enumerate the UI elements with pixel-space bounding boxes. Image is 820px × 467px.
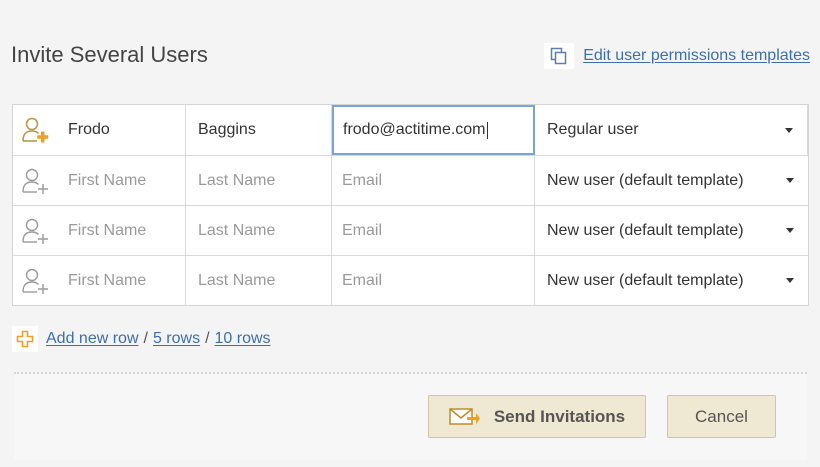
role-value: New user (default template)	[547, 171, 744, 189]
first-name-cell[interactable]: First Name	[13, 256, 186, 305]
add-new-row-link[interactable]: Add new row	[46, 330, 139, 348]
table-row: First Name Last Name Email New user (def…	[13, 155, 808, 205]
chevron-down-icon	[786, 228, 794, 233]
user-add-icon	[21, 167, 51, 195]
email-input-active[interactable]: frodo@actitime.com	[332, 105, 535, 155]
role-value: New user (default template)	[547, 271, 744, 289]
send-invitations-label: Send Invitations	[493, 406, 626, 426]
email-placeholder: Email	[342, 271, 383, 289]
role-value: Regular user	[547, 121, 639, 138]
user-add-icon	[21, 267, 51, 295]
email-placeholder: Email	[342, 171, 383, 189]
chevron-down-icon	[786, 278, 794, 283]
plus-icon[interactable]	[12, 326, 38, 352]
role-value: New user (default template)	[547, 221, 744, 239]
role-select[interactable]: Regular user	[535, 105, 808, 155]
first-name-cell[interactable]: First Name	[13, 206, 186, 255]
last-name-cell[interactable]: Last Name	[186, 206, 332, 255]
send-invitations-button[interactable]: Send Invitations	[428, 395, 646, 438]
last-name-placeholder: Last Name	[198, 171, 276, 189]
last-name-value: Baggins	[198, 121, 256, 138]
form-footer: Send Invitations Cancel	[14, 372, 807, 460]
first-name-placeholder: First Name	[68, 221, 147, 239]
page-title: Invite Several Users	[11, 42, 208, 67]
user-add-icon	[21, 217, 51, 245]
first-name-value: Frodo	[68, 121, 110, 138]
last-name-placeholder: Last Name	[198, 271, 276, 289]
chevron-down-icon	[785, 127, 793, 133]
table-row: First Name Last Name Email New user (def…	[13, 255, 808, 305]
text-cursor	[486, 121, 488, 139]
user-add-icon	[21, 116, 51, 144]
last-name-cell[interactable]: Baggins	[186, 105, 332, 155]
first-name-placeholder: First Name	[68, 271, 147, 289]
email-cell[interactable]: Email	[332, 156, 535, 205]
separator: /	[143, 330, 148, 347]
add-rows-controls: Add new row / 5 rows / 10 rows	[12, 326, 271, 352]
separator: /	[205, 330, 210, 347]
last-name-cell[interactable]: Last Name	[186, 156, 332, 205]
email-placeholder: Email	[342, 221, 383, 239]
edit-templates-link-text[interactable]: Edit user permissions templates	[583, 47, 810, 65]
role-select[interactable]: New user (default template)	[535, 206, 808, 255]
role-select[interactable]: New user (default template)	[535, 256, 808, 305]
role-select[interactable]: New user (default template)	[535, 156, 808, 205]
cancel-label: Cancel	[695, 406, 748, 426]
first-name-placeholder: First Name	[68, 171, 147, 189]
add-five-rows-link[interactable]: 5 rows	[153, 330, 200, 348]
last-name-placeholder: Last Name	[198, 221, 276, 239]
email-cell[interactable]: Email	[332, 206, 535, 255]
mail-send-icon	[449, 407, 481, 427]
email-value: frodo@actitime.com	[343, 121, 486, 138]
add-ten-rows-link[interactable]: 10 rows	[215, 330, 271, 348]
chevron-down-icon	[786, 178, 794, 183]
cancel-button[interactable]: Cancel	[667, 395, 776, 438]
email-cell[interactable]: Email	[332, 256, 535, 305]
edit-templates-link[interactable]: Edit user permissions templates	[544, 43, 810, 69]
last-name-cell[interactable]: Last Name	[186, 256, 332, 305]
invite-users-table: Frodo Baggins Regular user frodo@actitim…	[12, 104, 809, 306]
table-row: Frodo Baggins Regular user frodo@actitim…	[13, 105, 808, 155]
first-name-cell[interactable]: Frodo	[13, 105, 186, 155]
table-row: First Name Last Name Email New user (def…	[13, 205, 808, 255]
first-name-cell[interactable]: First Name	[13, 156, 186, 205]
copy-pages-icon	[544, 43, 575, 69]
